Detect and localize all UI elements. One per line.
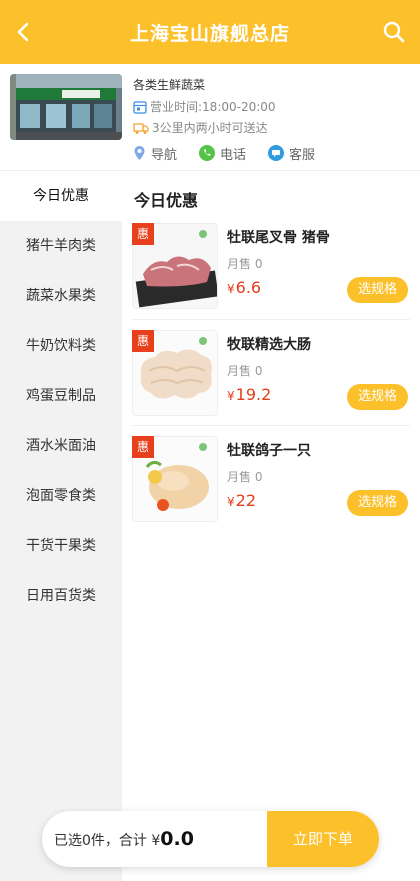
store-photo: [10, 74, 122, 140]
location-pin-icon: [134, 146, 145, 160]
place-order-button[interactable]: 立即下单: [267, 811, 379, 867]
divider: [132, 425, 410, 426]
sidebar-item-liquor-grain-oil[interactable]: 酒水米面油: [0, 421, 122, 471]
cart-summary: 已选0件，合计 ¥0.0: [54, 811, 194, 867]
product-sales: 月售 0: [227, 364, 263, 378]
sidebar-item-noodles-snacks[interactable]: 泡面零食类: [0, 471, 122, 521]
phone-icon: [199, 145, 216, 161]
sidebar-item-meat[interactable]: 猪牛羊肉类: [0, 221, 122, 271]
discount-tag: 惠: [132, 436, 154, 458]
navigate-label: 导航: [151, 147, 178, 163]
cart-summary-text: 已选0件，合计 ¥: [54, 833, 161, 849]
select-spec-button[interactable]: 选规格: [347, 384, 408, 410]
sidebar-item-milk-drinks[interactable]: 牛奶饮料类: [0, 321, 122, 371]
customer-service-button[interactable]: 客服: [268, 144, 315, 163]
product-list: 今日优惠 惠 牡联尾叉骨 猪骨 月售 0 ¥6.6 选规格 惠 牧联精选大肠 月…: [122, 171, 420, 881]
product-sales: 月售 0: [227, 470, 263, 484]
product-name: 牡联尾叉骨 猪骨: [227, 230, 330, 246]
product-item[interactable]: 惠 牡联尾叉骨 猪骨 月售 0 ¥6.6 选规格: [132, 223, 410, 323]
sidebar-item-vegetables-fruit[interactable]: 蔬菜水果类: [0, 271, 122, 321]
customer-service-label: 客服: [289, 147, 316, 163]
section-title: 今日优惠: [134, 191, 199, 210]
calendar-icon: [133, 100, 147, 114]
product-sales: 月售 0: [227, 257, 263, 271]
cart-total: 0.0: [160, 828, 194, 850]
sidebar-item-today-deals[interactable]: 今日优惠: [0, 171, 122, 221]
product-price: ¥6.6: [227, 278, 261, 297]
currency-symbol: ¥: [227, 389, 235, 403]
store-delivery-text: 3公里内两小时可送达: [152, 121, 268, 135]
select-spec-button[interactable]: 选规格: [347, 490, 408, 516]
phone-button[interactable]: 电话: [199, 144, 246, 163]
discount-tag: 惠: [132, 223, 154, 245]
price-value: 19.2: [235, 385, 272, 404]
navigate-button[interactable]: 导航: [133, 144, 177, 163]
discount-tag: 惠: [132, 330, 154, 352]
divider: [132, 319, 410, 320]
phone-label: 电话: [220, 147, 247, 163]
store-category: 各类生鲜蔬菜: [133, 78, 206, 92]
sidebar-item-daily-goods[interactable]: 日用百货类: [0, 571, 122, 621]
app-header: 上海宝山旗舰总店: [0, 0, 420, 64]
product-name: 牡联鸽子一只: [227, 443, 311, 459]
chat-icon: [268, 145, 285, 161]
product-item[interactable]: 惠 牡联鸽子一只 月售 0 ¥22 选规格: [132, 436, 410, 536]
product-price: ¥19.2: [227, 385, 271, 404]
page-title: 上海宝山旗舰总店: [129, 22, 290, 45]
store-hours: 营业时间:18:00-20:00: [133, 96, 403, 117]
search-icon[interactable]: [382, 20, 406, 44]
cart-bar: 已选0件，合计 ¥0.0 立即下单: [42, 811, 379, 867]
price-value: 6.6: [235, 278, 262, 297]
store-info: 各类生鲜蔬菜 营业时间:18:00-20:00 3公里内两小时可送达 导航 电话…: [0, 64, 420, 171]
product-item[interactable]: 惠 牧联精选大肠 月售 0 ¥19.2 选规格: [132, 330, 410, 430]
select-spec-button[interactable]: 选规格: [347, 277, 408, 303]
product-price: ¥22: [227, 491, 256, 510]
category-sidebar: 今日优惠 猪牛羊肉类 蔬菜水果类 牛奶饮料类 鸡蛋豆制品 酒水米面油 泡面零食类…: [0, 171, 122, 881]
sidebar-item-dried-goods[interactable]: 干货干果类: [0, 521, 122, 571]
sidebar-item-eggs-tofu[interactable]: 鸡蛋豆制品: [0, 371, 122, 421]
price-value: 22: [235, 491, 256, 510]
store-hours-text: 营业时间:18:00-20:00: [150, 100, 276, 114]
product-name: 牧联精选大肠: [227, 337, 311, 353]
back-arrow-icon[interactable]: [12, 18, 36, 46]
store-delivery: 3公里内两小时可送达: [133, 117, 403, 138]
delivery-truck-icon: [133, 122, 149, 134]
currency-symbol: ¥: [227, 282, 235, 296]
currency-symbol: ¥: [227, 495, 235, 509]
